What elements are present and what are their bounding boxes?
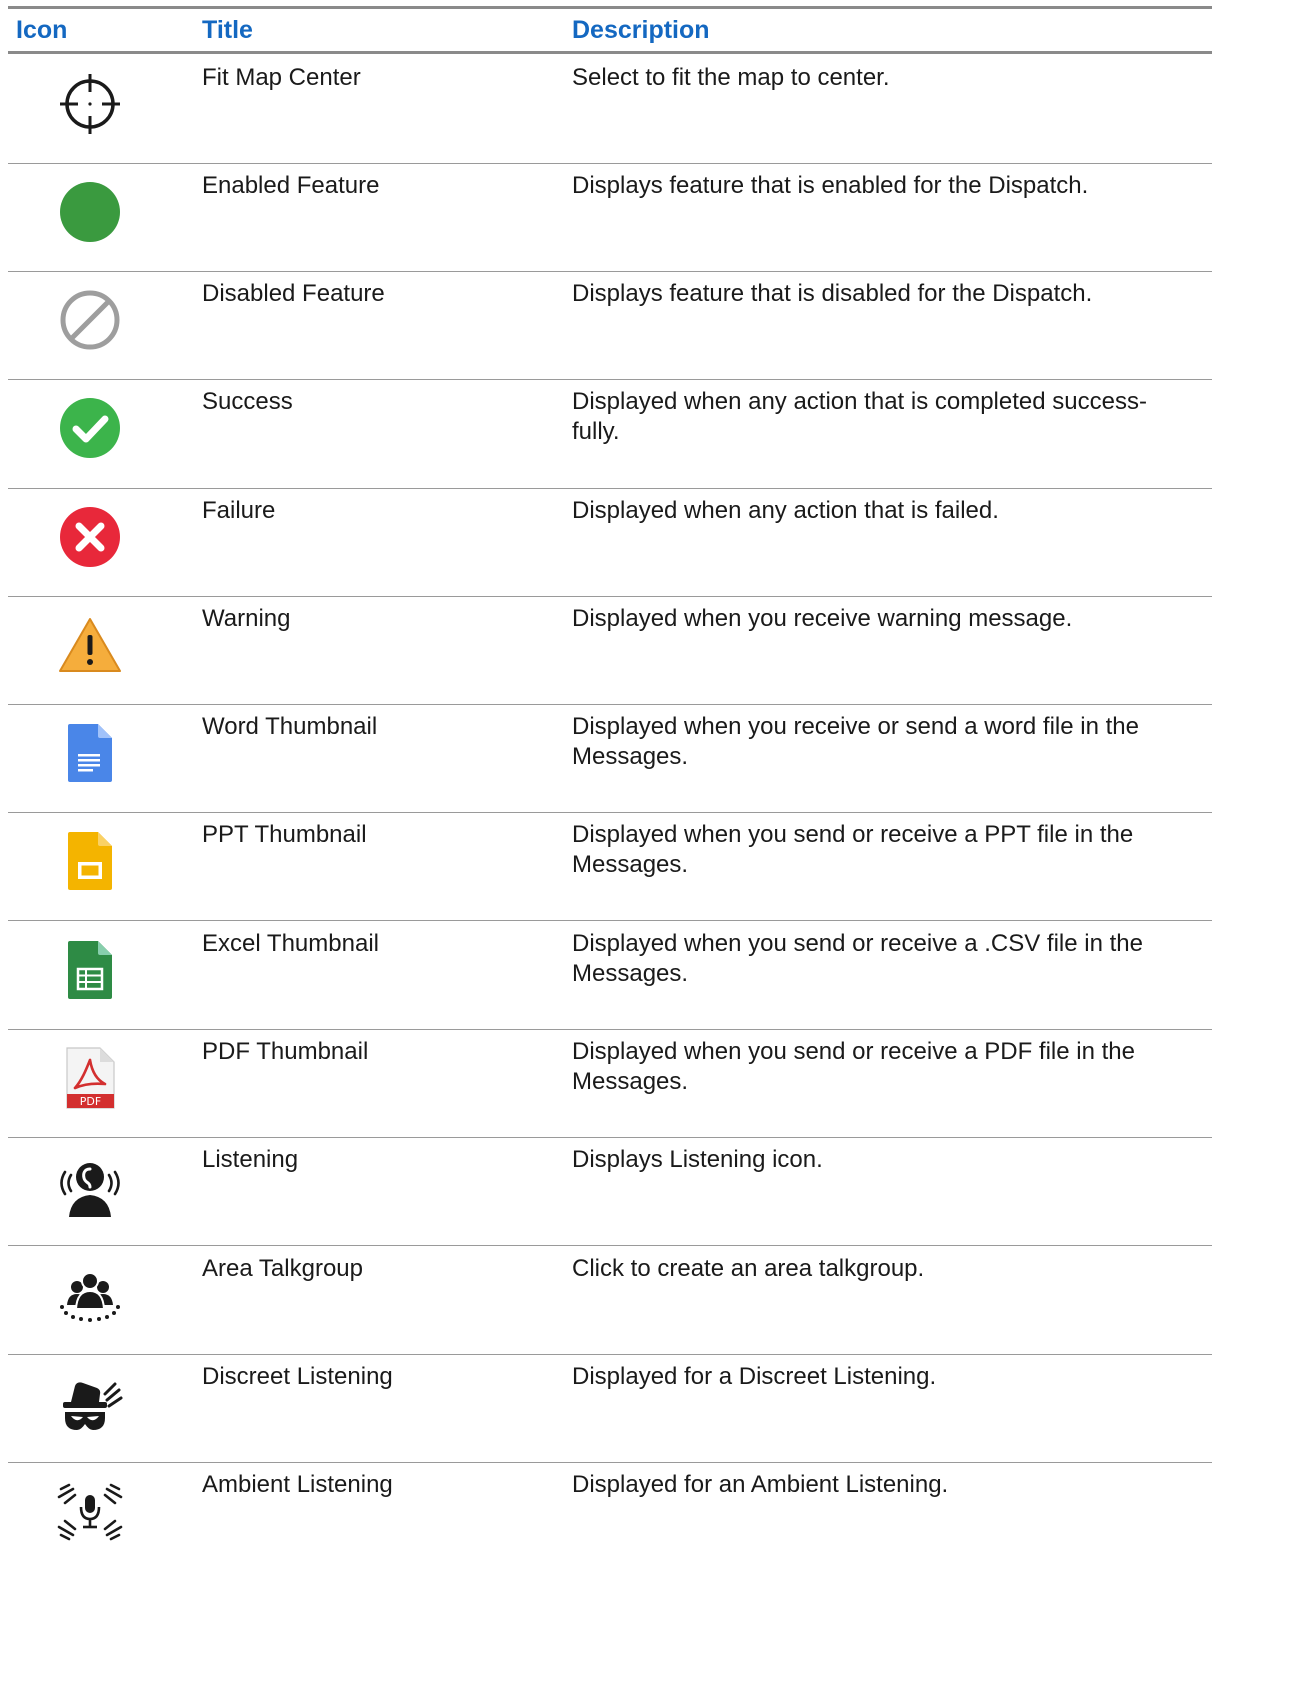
table-row: Area Talkgroup Click to create an area t… — [8, 1246, 1212, 1355]
row-title: Success — [202, 388, 293, 415]
table-row: Failure Displayed when any action that i… — [8, 488, 1212, 597]
row-description: Click to create an area talkgroup. — [572, 1255, 925, 1282]
row-description: Displayed for a Discreet Listening. — [572, 1363, 937, 1390]
header-icon: Icon — [16, 16, 68, 44]
row-description: Displayed when you send or receive a PPT… — [572, 821, 1134, 878]
table-top-rule — [8, 6, 1212, 9]
table-row: Listening Displays Listening icon. — [8, 1137, 1212, 1246]
row-description: Displays Listening icon. — [572, 1146, 823, 1173]
table-row: Fit Map Center Select to fit the map to … — [8, 55, 1212, 164]
row-description: Displayed when you receive warning messa… — [572, 605, 1073, 632]
table-header-rule — [8, 51, 1212, 54]
failure-x-icon — [52, 502, 128, 572]
row-description: Displays feature that is enabled for the… — [572, 172, 1089, 199]
row-title: Enabled Feature — [202, 172, 380, 199]
table-row: PDF PDF Thumbnail Displayed when you sen… — [8, 1029, 1212, 1138]
disabled-circle-icon — [52, 285, 128, 355]
area-talkgroup-icon — [52, 1260, 128, 1330]
pdf-file-icon: PDF — [52, 1043, 128, 1113]
table-header: Icon Title Description — [8, 10, 1212, 54]
table-row: Excel Thumbnail Displayed when you send … — [8, 921, 1212, 1030]
row-title: Disabled Feature — [202, 280, 385, 307]
table-row: Enabled Feature Displays feature that is… — [8, 163, 1212, 272]
header-title: Title — [202, 16, 253, 44]
row-title: PPT Thumbnail — [202, 821, 367, 848]
row-description: Select to fit the map to center. — [572, 64, 890, 91]
row-title: Fit Map Center — [202, 64, 361, 91]
table-row: Success Displayed when any action that i… — [8, 379, 1212, 489]
crosshair-icon — [52, 69, 128, 139]
table-row: Word Thumbnail Displayed when you receiv… — [8, 704, 1212, 813]
excel-file-icon — [52, 935, 128, 1005]
listening-icon — [52, 1151, 128, 1221]
row-title: Warning — [202, 605, 291, 632]
row-description: Displayed for an Ambient Listening. — [572, 1471, 949, 1498]
table-row: Discreet Listening Displayed for a Discr… — [8, 1354, 1212, 1463]
word-file-icon — [52, 718, 128, 788]
success-check-icon — [52, 393, 128, 463]
green-dot-icon — [52, 177, 128, 247]
ambient-listening-icon — [52, 1476, 128, 1546]
header-description: Description — [572, 16, 710, 44]
ppt-file-icon — [52, 826, 128, 896]
row-title: Listening — [202, 1146, 299, 1173]
row-title: Ambient Listening — [202, 1471, 393, 1498]
table-row: Disabled Feature Displays feature that i… — [8, 271, 1212, 380]
row-description: Displayed when you receive or send a wor… — [572, 713, 1139, 770]
row-title: PDF Thumbnail — [202, 1038, 369, 1065]
table-row: Warning Displayed when you receive warni… — [8, 596, 1212, 705]
row-title: Discreet Listening — [202, 1363, 393, 1390]
row-title: Failure — [202, 497, 276, 524]
pdf-label: PDF — [80, 1095, 101, 1108]
table-row: PPT Thumbnail Displayed when you send or… — [8, 812, 1212, 921]
row-title: Excel Thumbnail — [202, 930, 379, 957]
row-description: Displayed when any action that is comple… — [572, 388, 1147, 445]
row-description: Displayed when you send or receive a .CS… — [572, 930, 1143, 987]
row-title: Word Thumbnail — [202, 713, 378, 740]
row-description: Displays feature that is disabled for th… — [572, 280, 1093, 307]
row-title: Area Talkgroup — [202, 1255, 363, 1282]
discreet-listening-icon — [52, 1368, 128, 1438]
row-description: Displayed when any action that is failed… — [572, 497, 999, 524]
warning-triangle-icon — [52, 610, 128, 680]
row-description: Displayed when you send or receive a PDF… — [572, 1038, 1135, 1095]
table-row: Ambient Listening Displayed for an Ambie… — [8, 1462, 1212, 1570]
